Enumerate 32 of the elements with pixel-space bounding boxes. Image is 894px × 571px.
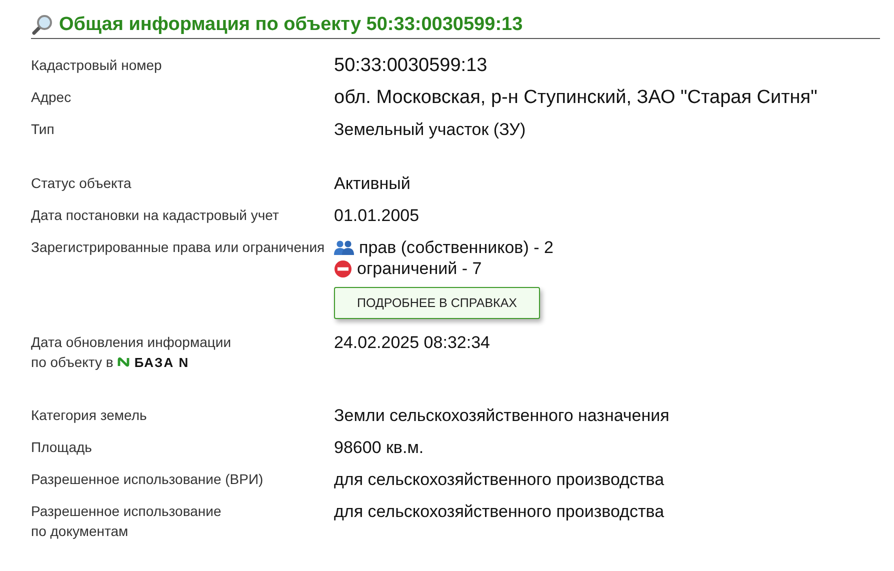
field-value: 50:33:0030599:13 — [334, 55, 488, 76]
field-value: Активный — [334, 173, 410, 194]
field-value: обл. Московская, р-н Ступинский, ЗАО "Старая Ситня" — [334, 87, 818, 108]
field-label: Дата постановки на кадастровый учет — [31, 206, 280, 225]
logo-icon — [117, 357, 130, 367]
field-label: Статус объекта — [31, 174, 132, 193]
field-value: для сельскохозяйственного производства — [334, 501, 664, 522]
field-label: Разрешенное использование — [31, 502, 222, 521]
field-label: Разрешенное использование (ВРИ) — [31, 470, 264, 489]
field-label: Категория земель — [31, 406, 148, 425]
no-entry-icon — [334, 260, 352, 278]
field-value: Земельный участок (ЗУ) — [334, 119, 526, 140]
rights-count: прав (собственников) - 2 — [359, 237, 554, 258]
logo-text: БАЗА N — [134, 354, 190, 370]
search-icon — [31, 14, 53, 36]
field-label: по объекту в — [31, 353, 114, 372]
field-label: Адрес — [31, 88, 72, 107]
field-label: Дата обновления информации — [31, 333, 232, 352]
field-value: 98600 кв.м. — [334, 437, 424, 458]
details-button[interactable]: ПОДРОБНЕЕ В СПРАВКАХ — [334, 287, 540, 319]
field-label: по документам — [31, 522, 130, 541]
rights-count: ограничений - 7 — [357, 258, 482, 279]
field-value: Земли сельскохозяйственного назначения — [334, 405, 670, 426]
section-title: Общая информация по объекту 50:33:0030599:13 — [59, 14, 523, 36]
field-value: для сельскохозяйственного производства — [334, 469, 664, 490]
field-label: Зарегистрированные права или ограничения — [31, 238, 326, 257]
field-label: Кадастровый номер — [31, 56, 163, 75]
field-value: 24.02.2025 08:32:34 — [334, 332, 490, 353]
field-value: 01.01.2005 — [334, 205, 420, 226]
field-label: Тип — [31, 120, 56, 139]
people-icon — [334, 240, 354, 256]
field-label: Площадь — [31, 438, 93, 457]
